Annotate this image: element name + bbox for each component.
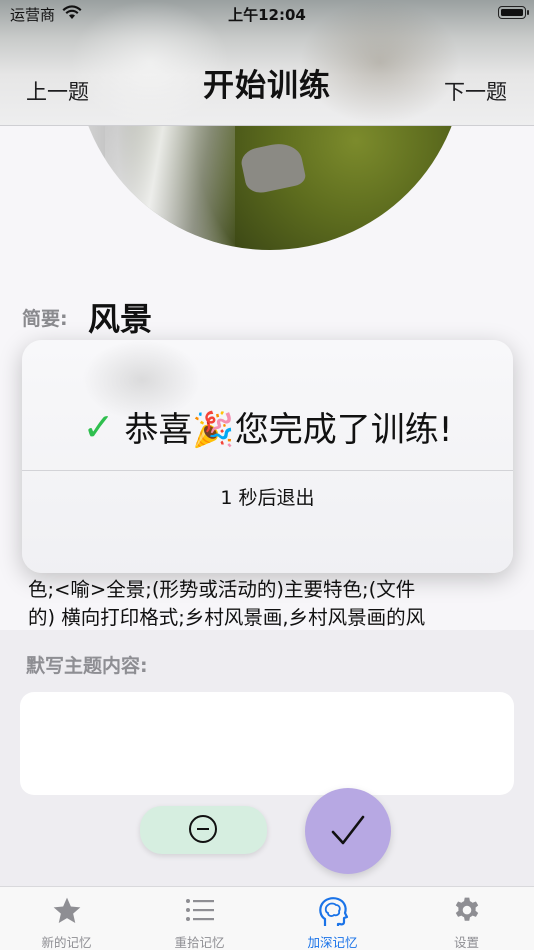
description-line: 的) 横向打印格式;乡村风景画,乡村风景画的风 [28, 606, 426, 629]
tab-label: 加深记忆 [307, 935, 358, 950]
tab-settings[interactable]: 设置 [400, 887, 533, 950]
star-icon [0, 895, 133, 927]
minus-button[interactable] [140, 806, 267, 854]
minus-circle-icon [189, 815, 217, 843]
dictation-input[interactable] [20, 692, 514, 795]
tab-recall-memory[interactable]: 重拾记忆 [133, 887, 266, 950]
battery-icon [498, 6, 529, 19]
completion-message: 恭喜🎉您完成了训练! [124, 410, 453, 450]
summary-value: 风景 [88, 300, 153, 338]
rock-shape [238, 139, 308, 196]
completion-toast: ✓ 恭喜🎉您完成了训练! 1 秒后退出 [22, 340, 513, 573]
next-question-button[interactable]: 下一题 [444, 76, 507, 106]
tab-new-memory[interactable]: 新的记忆 [0, 887, 133, 950]
gear-icon [400, 895, 533, 927]
tab-label: 新的记忆 [41, 935, 92, 950]
description-text: 色;<喻>全景;(形势或活动的)主要特色;(文件 的) 横向打印格式;乡村风景画… [28, 576, 498, 632]
tab-bar: 新的记忆 重拾记忆 加深记忆 设置 [0, 886, 534, 950]
list-icon [133, 895, 266, 927]
status-bar: 运营商 上午12:04 [0, 0, 534, 28]
training-screen: 上一题 开始训练 下一题 运营商 上午12:04 简要: 风景 色;<喻>全景;… [0, 0, 534, 950]
description-line: 色;<喻>全景;(形势或活动的)主要特色;(文件 [28, 578, 416, 601]
divider [22, 470, 513, 471]
dictation-label: 默写主题内容: [26, 655, 148, 677]
exit-countdown: 1 秒后退出 [220, 487, 315, 509]
submit-check-button[interactable] [305, 788, 391, 874]
toast-message-row: ✓ 恭喜🎉您完成了训练! [22, 402, 513, 451]
tab-deepen-memory[interactable]: 加深记忆 [266, 887, 399, 950]
tab-label: 重拾记忆 [174, 935, 225, 950]
checkmark-icon [331, 815, 365, 845]
brain-icon [266, 895, 399, 927]
summary-label: 简要: [22, 308, 68, 330]
success-check-icon: ✓ [82, 404, 115, 449]
clock: 上午12:04 [228, 6, 306, 24]
tab-label: 设置 [453, 935, 479, 950]
